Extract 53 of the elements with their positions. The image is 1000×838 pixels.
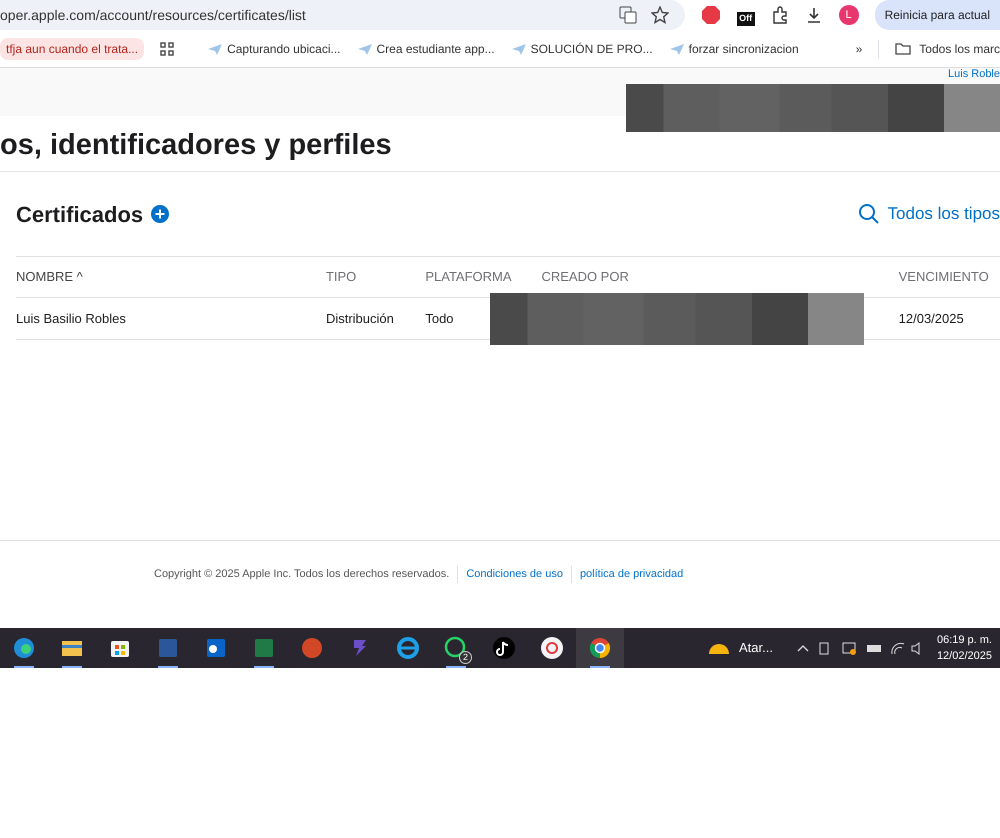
bookmark-link[interactable]: SOLUCIÓN DE PRO... <box>510 40 653 58</box>
notification-badge: 2 <box>459 651 472 664</box>
star-icon[interactable] <box>650 6 669 24</box>
add-icon[interactable] <box>151 205 170 223</box>
bookmark-link[interactable]: forzar sincronizacion <box>668 40 799 58</box>
update-button[interactable]: Reinicia para actual <box>874 0 1000 30</box>
bookmark-link[interactable]: Capturando ubicaci... <box>207 40 340 58</box>
browser-icon <box>588 636 612 660</box>
bookmark-label: Capturando ubicaci... <box>227 40 340 58</box>
stop-sign-icon[interactable] <box>700 5 721 25</box>
weather-widget[interactable]: Atar... <box>706 638 773 658</box>
bookmark-label: Crea estudiante app... <box>376 40 495 58</box>
table-cell: Distribución <box>326 310 394 326</box>
table-cell: Luis Basilio Robles <box>16 310 126 326</box>
bookmark-link[interactable]: Crea estudiante app... <box>356 40 495 58</box>
folder-label: Todos los marc <box>919 40 1000 58</box>
sorted-column-header[interactable]: NOMBRE ^ <box>16 267 326 287</box>
taskbar-button[interactable]: 2 <box>432 628 480 668</box>
ring-icon <box>540 636 564 660</box>
footer-link[interactable]: política de privacidad <box>580 568 684 580</box>
weather-label: Atar... <box>738 639 773 658</box>
taskbar-button[interactable] <box>576 628 624 668</box>
folder-icon <box>895 42 912 55</box>
search-icon[interactable] <box>858 203 880 225</box>
clock-date[interactable]: 12/02/2025 <box>936 648 992 664</box>
bookmark-favicon-icon <box>668 42 685 56</box>
table-cell: 12/03/2025 <box>898 310 964 326</box>
bookmark-favicon-icon <box>510 42 527 56</box>
copyright-text: Copyright © 2025 Apple Inc. Todos los derechos reservados. <box>154 567 450 582</box>
bookmark-chip[interactable]: tfja aun cuando el trata... <box>0 38 144 60</box>
puzzle-icon[interactable] <box>770 6 789 24</box>
bookmark-favicon-icon <box>356 42 372 56</box>
user-name-link[interactable]: Luis Roble <box>948 69 1000 80</box>
filter-dropdown[interactable]: Todos los tipos <box>888 201 1000 227</box>
footer-link[interactable]: Condiciones de uso <box>466 568 563 580</box>
profile-avatar[interactable]: L <box>838 5 859 25</box>
page-title: os, identificadores y perfiles <box>0 128 392 162</box>
globe-icon <box>396 636 420 660</box>
section-title: Certificados <box>16 200 144 228</box>
bookmark-label: forzar sincronizacion <box>688 40 799 58</box>
extension-icon[interactable]: Off <box>736 12 755 26</box>
note-icon <box>492 636 516 660</box>
clock-time[interactable]: 06:19 p. m. <box>936 632 992 648</box>
bookmark-label: SOLUCIÓN DE PRO... <box>530 40 653 58</box>
column-header[interactable]: PLATAFORMA <box>425 267 542 287</box>
bookmarks-folder[interactable]: Todos los marc <box>878 40 1000 58</box>
column-header[interactable]: VENCIMIENTO <box>898 267 1000 287</box>
more-bookmarks-button[interactable]: » <box>856 40 862 58</box>
table-cell: Todo <box>425 310 454 326</box>
apps-grid-icon[interactable] <box>160 42 174 56</box>
bookmark-favicon-icon <box>207 42 224 56</box>
column-header[interactable]: TIPO <box>326 267 426 287</box>
column-header[interactable]: CREADO POR <box>541 267 899 287</box>
